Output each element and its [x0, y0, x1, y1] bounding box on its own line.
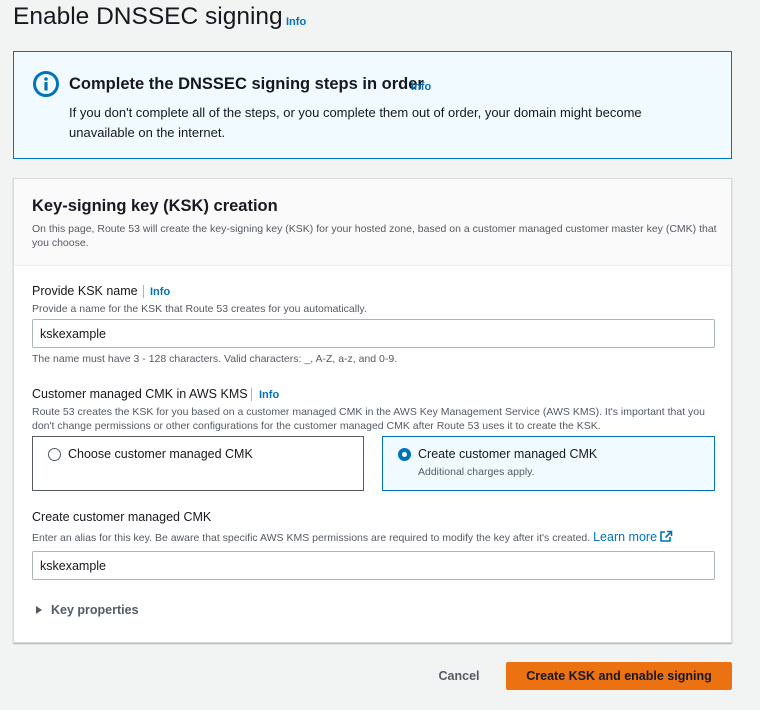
ksk-name-info-link[interactable]: Info — [150, 286, 170, 298]
cmk-description: Route 53 creates the KSK for you based o… — [32, 406, 705, 432]
radio-create-cmk-label: Create customer managed CMK — [418, 447, 598, 461]
cmk-alias-input[interactable] — [32, 551, 715, 580]
key-properties-label: Key properties — [51, 603, 139, 617]
radio-create-cmk-sublabel: Additional charges apply. — [418, 466, 535, 478]
panel-description: On this page, Route 53 will create the k… — [32, 223, 717, 249]
radio-button-selected[interactable] — [398, 448, 411, 461]
key-properties-expander[interactable]: Key properties — [36, 603, 139, 617]
caret-right-icon — [36, 606, 42, 614]
page-title: Enable DNSSEC signing — [13, 3, 283, 30]
learn-more-link[interactable]: Learn more — [593, 530, 673, 544]
radio-create-cmk[interactable]: Create customer managed CMK Additional c… — [382, 436, 715, 491]
cancel-button[interactable]: Cancel — [424, 662, 494, 690]
info-circle-icon — [32, 70, 60, 98]
radio-choose-cmk-label: Choose customer managed CMK — [68, 447, 253, 461]
alert-title: Complete the DNSSEC signing steps in ord… — [69, 75, 424, 93]
ksk-name-description: Provide a name for the KSK that Route 53… — [32, 303, 367, 315]
ksk-name-constraint: The name must have 3 - 128 characters. V… — [32, 353, 398, 365]
cmk-info-link[interactable]: Info — [259, 389, 279, 401]
ksk-name-input[interactable] — [32, 319, 715, 348]
ksk-creation-panel: Key-signing key (KSK) creation On this p… — [13, 178, 732, 643]
ksk-name-label: Provide KSK name — [32, 284, 138, 298]
alert-body: If you don't complete all of the steps, … — [69, 105, 642, 140]
create-cmk-description: Enter an alias for this key. Be aware th… — [32, 530, 673, 546]
create-ksk-button[interactable]: Create KSK and enable signing — [506, 662, 732, 690]
external-link-icon — [659, 530, 673, 546]
panel-title: Key-signing key (KSK) creation — [32, 197, 278, 215]
page-info-link[interactable]: Info — [286, 16, 306, 28]
cmk-label: Customer managed CMK in AWS KMS — [32, 387, 248, 401]
panel-header: Key-signing key (KSK) creation On this p… — [14, 179, 731, 266]
label-divider — [143, 285, 144, 298]
create-cmk-description-text: Enter an alias for this key. Be aware th… — [32, 532, 591, 544]
info-alert: Complete the DNSSEC signing steps in ord… — [13, 51, 732, 159]
learn-more-label[interactable]: Learn more — [593, 530, 657, 544]
label-divider — [251, 388, 252, 401]
radio-button[interactable] — [48, 448, 61, 461]
alert-info-link[interactable]: Info — [411, 81, 431, 93]
create-cmk-label: Create customer managed CMK — [32, 510, 212, 524]
radio-choose-cmk[interactable]: Choose customer managed CMK — [32, 436, 364, 491]
